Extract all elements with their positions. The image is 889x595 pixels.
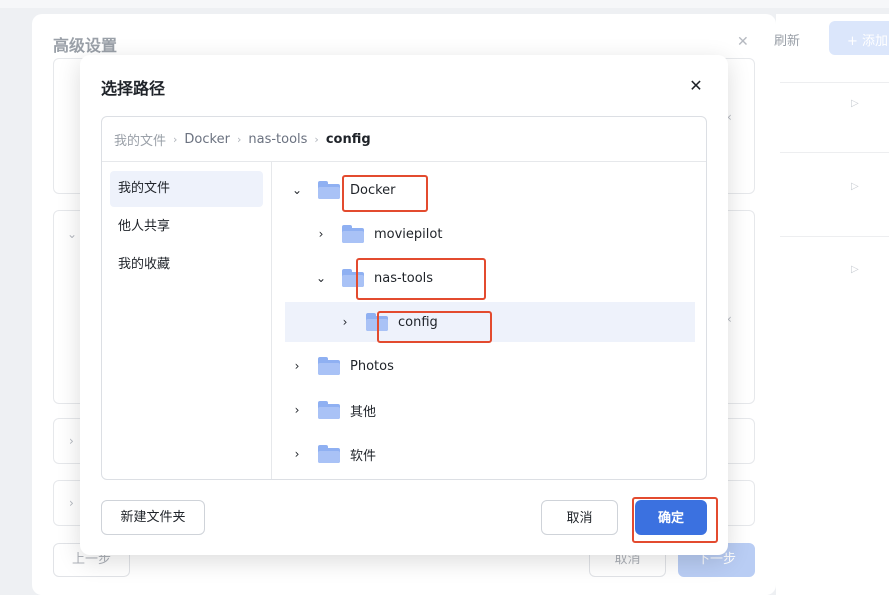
list-row <box>780 236 889 304</box>
play-icon[interactable]: ▷ <box>851 98 859 109</box>
file-browser: 我的文件 › Docker › nas-tools › config 我的文件 … <box>101 116 707 480</box>
folder-tree: ⌄ Docker › moviepilot ⌄ nas-tools › conf… <box>273 162 706 479</box>
sidebar-item-my-files[interactable]: 我的文件 <box>110 171 263 207</box>
chevron-right-icon[interactable]: › <box>290 403 304 417</box>
sidebar-item-shared[interactable]: 他人共享 <box>110 209 263 245</box>
tree-item-label: 其他 <box>350 404 377 420</box>
chevron-right-icon[interactable]: › <box>338 315 352 329</box>
folder-icon <box>318 401 340 419</box>
tree-item-label: moviepilot <box>374 226 443 242</box>
chevron-right-icon[interactable]: › <box>69 496 74 510</box>
tree-item-label: nas-tools <box>374 270 434 286</box>
chevron-right-icon: › <box>314 132 319 146</box>
chevron-right-icon[interactable]: › <box>290 447 304 461</box>
play-icon[interactable]: ▷ <box>851 181 859 192</box>
breadcrumb-current: config <box>325 131 371 147</box>
add-button[interactable]: + 添加 <box>829 21 889 55</box>
folder-icon <box>318 357 340 375</box>
folder-icon <box>342 225 364 243</box>
new-folder-button[interactable]: 新建文件夹 <box>101 500 205 535</box>
chevron-down-icon[interactable]: ⌄ <box>314 271 328 285</box>
folder-icon <box>342 269 364 287</box>
tree-item-other[interactable]: › 其他 <box>273 390 706 430</box>
select-path-dialog: 选择路径 ✕ 我的文件 › Docker › nas-tools › confi… <box>80 55 728 555</box>
confirm-button[interactable]: 确定 <box>635 500 707 535</box>
folder-icon <box>318 181 340 199</box>
location-sidebar: 我的文件 他人共享 我的收藏 <box>102 162 272 479</box>
folder-icon <box>366 313 388 331</box>
play-icon[interactable]: ▷ <box>851 264 859 275</box>
breadcrumb-item[interactable]: nas-tools <box>248 132 307 147</box>
chevron-right-icon: › <box>236 132 242 146</box>
chevron-right-icon[interactable]: › <box>314 227 328 241</box>
chevron-down-icon[interactable]: ⌄ <box>290 183 304 197</box>
folder-icon <box>318 445 340 463</box>
chevron-right-icon[interactable]: › <box>290 359 304 373</box>
tree-item-software[interactable]: › 软件 <box>273 434 706 474</box>
cancel-button[interactable]: 取消 <box>541 500 618 535</box>
tree-item-moviepilot[interactable]: › moviepilot <box>273 214 706 254</box>
tree-item-label: Photos <box>350 358 394 374</box>
breadcrumb-item[interactable]: Docker <box>184 132 230 147</box>
refresh-link[interactable]: 刷新 <box>774 30 800 49</box>
tree-item-nas-tools[interactable]: ⌄ nas-tools <box>273 258 706 298</box>
tree-item-docker[interactable]: ⌄ Docker <box>273 170 706 210</box>
tree-item-config[interactable]: › config <box>285 302 695 342</box>
panel-close-icon[interactable]: ✕ <box>737 34 749 50</box>
tree-item-label: 软件 <box>350 448 377 464</box>
close-icon[interactable]: ✕ <box>685 75 707 97</box>
chevron-right-icon[interactable]: › <box>69 434 74 448</box>
panel-title: 高级设置 <box>53 36 118 55</box>
chevron-right-icon: › <box>173 132 178 146</box>
list-row <box>780 82 889 150</box>
tree-item-photos[interactable]: › Photos <box>273 346 706 386</box>
top-bar <box>0 0 889 8</box>
tree-item-label: config <box>398 314 438 330</box>
sidebar-item-favorites[interactable]: 我的收藏 <box>110 247 263 283</box>
dialog-title: 选择路径 <box>101 79 166 98</box>
breadcrumb: 我的文件 › Docker › nas-tools › config <box>102 117 706 162</box>
tree-item-label: Docker <box>350 182 396 198</box>
list-row <box>780 152 889 234</box>
chevron-down-icon[interactable]: ⌄ <box>67 227 77 241</box>
breadcrumb-item[interactable]: 我的文件 <box>114 130 166 149</box>
